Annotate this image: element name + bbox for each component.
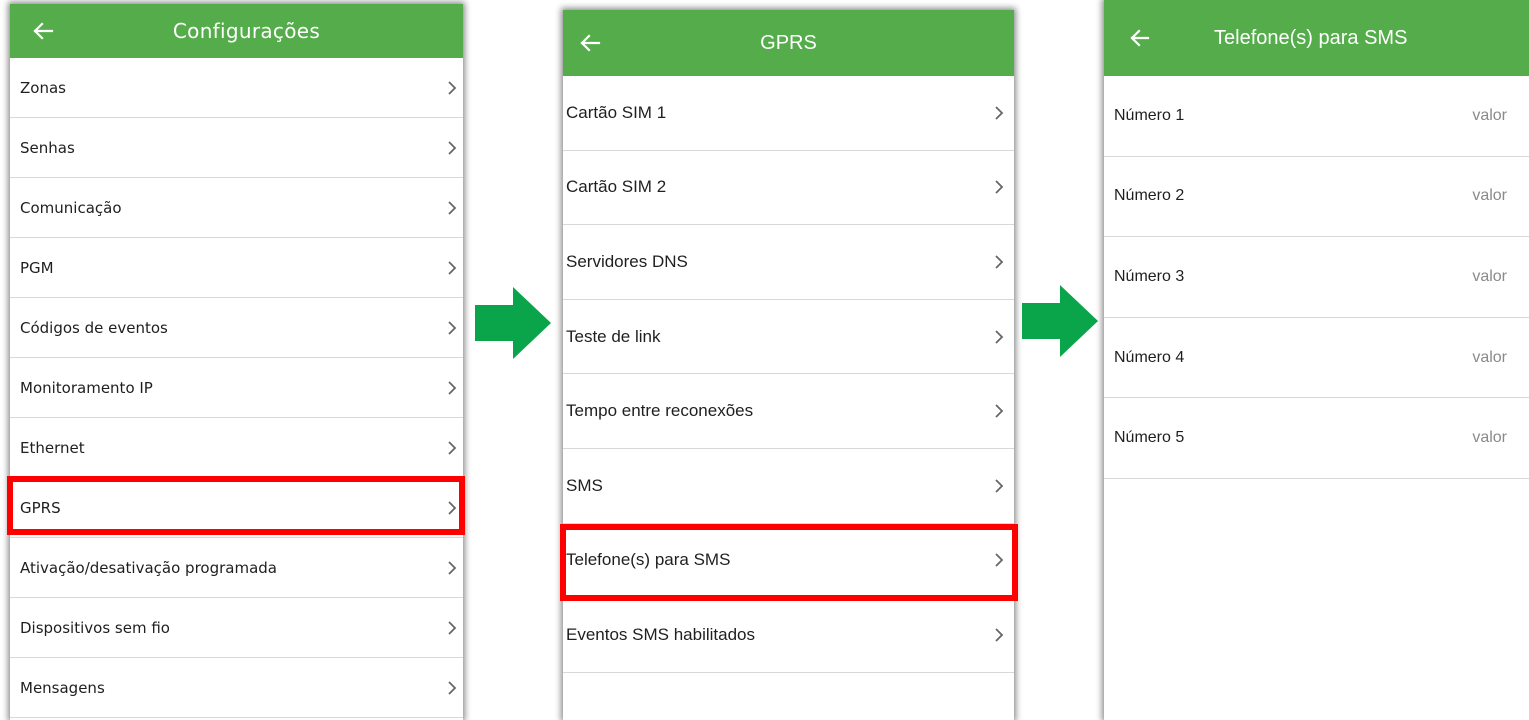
- page-title: GPRS: [760, 31, 817, 54]
- chevron-right-icon: [447, 418, 457, 477]
- gprs-item-eventos-sms-habilitados[interactable]: Eventos SMS habilitados: [563, 598, 1014, 673]
- item-value[interactable]: valor: [1472, 237, 1507, 317]
- gprs-list: Cartão SIM 1 Cartão SIM 2 Servidores DNS…: [563, 76, 1014, 673]
- item-label: Número 5: [1114, 429, 1185, 447]
- chevron-right-icon: [994, 225, 1004, 299]
- item-label: Senhas: [20, 138, 75, 157]
- gprs-item-telefones-para-sms[interactable]: Telefone(s) para SMS: [563, 524, 1014, 599]
- item-value[interactable]: valor: [1472, 318, 1507, 398]
- settings-item-monitoramento-ip[interactable]: Monitoramento IP: [10, 358, 463, 418]
- item-label: Cartão SIM 1: [566, 102, 667, 122]
- settings-item-gprs[interactable]: GPRS: [10, 478, 463, 538]
- settings-item-pgm[interactable]: PGM: [10, 238, 463, 298]
- settings-item-ethernet[interactable]: Ethernet: [10, 418, 463, 478]
- item-label: Teste de link: [566, 326, 661, 346]
- gprs-screen: GPRS Cartão SIM 1 Cartão SIM 2 Servidore…: [563, 10, 1014, 720]
- item-label: Códigos de eventos: [20, 318, 168, 337]
- page-title: Configurações: [172, 19, 321, 43]
- item-value[interactable]: valor: [1472, 157, 1507, 237]
- item-label: Dispositivos sem fio: [20, 618, 170, 637]
- phone-number-row-1[interactable]: Número 1 valor: [1104, 76, 1529, 157]
- chevron-right-icon: [447, 298, 457, 357]
- gprs-item-tempo-entre-reconexoes[interactable]: Tempo entre reconexões: [563, 374, 1014, 449]
- phone-numbers-list: Número 1 valor Número 2 valor Número 3 valo…: [1104, 76, 1529, 479]
- settings-item-codigos-de-eventos[interactable]: Códigos de eventos: [10, 298, 463, 358]
- item-label: Ethernet: [20, 438, 85, 457]
- item-label: Tempo entre reconexões: [566, 401, 754, 421]
- arrow-left-icon[interactable]: [1130, 0, 1150, 76]
- item-label: Monitoramento IP: [20, 378, 153, 397]
- item-label: Comunicação: [20, 198, 122, 217]
- app-bar: Telefone(s) para SMS: [1104, 0, 1529, 76]
- chevron-right-icon: [994, 449, 1004, 523]
- configuracoes-screen: Configurações Zonas Senhas Comunicação P…: [10, 4, 463, 720]
- item-value[interactable]: valor: [1472, 76, 1507, 156]
- item-label: Servidores DNS: [566, 251, 688, 271]
- flow-arrow-right-icon: [1022, 285, 1098, 357]
- settings-item-ativacao-desativacao-programada[interactable]: Ativação/desativação programada: [10, 538, 463, 598]
- item-label: Eventos SMS habilitados: [566, 624, 755, 644]
- gprs-item-cartao-sim-2[interactable]: Cartão SIM 2: [563, 151, 1014, 226]
- flow-arrow-right-icon: [475, 287, 551, 359]
- chevron-right-icon: [447, 598, 457, 657]
- item-label: Ativação/desativação programada: [20, 558, 277, 577]
- gprs-item-servidores-dns[interactable]: Servidores DNS: [563, 225, 1014, 300]
- item-label: Número 1: [1114, 106, 1185, 124]
- chevron-right-icon: [994, 300, 1004, 374]
- item-label: Número 3: [1114, 267, 1185, 285]
- chevron-right-icon: [447, 58, 457, 117]
- telefones-para-sms-screen: Telefone(s) para SMS Número 1 valor Númer…: [1104, 0, 1529, 720]
- settings-list: Zonas Senhas Comunicação PGM Códigos de …: [10, 58, 463, 718]
- chevron-right-icon: [447, 478, 457, 537]
- item-label: Zonas: [20, 78, 66, 97]
- item-label: Telefone(s) para SMS: [566, 550, 731, 570]
- settings-item-mensagens[interactable]: Mensagens: [10, 658, 463, 718]
- gprs-item-sms[interactable]: SMS: [563, 449, 1014, 524]
- settings-item-senhas[interactable]: Senhas: [10, 118, 463, 178]
- page-title: Telefone(s) para SMS: [1214, 26, 1408, 49]
- app-bar: Configurações: [10, 4, 463, 58]
- chevron-right-icon: [447, 118, 457, 177]
- settings-item-zonas[interactable]: Zonas: [10, 58, 463, 118]
- item-label: Número 2: [1114, 187, 1185, 205]
- item-label: Cartão SIM 2: [566, 177, 667, 197]
- chevron-right-icon: [994, 76, 1004, 150]
- phone-number-row-2[interactable]: Número 2 valor: [1104, 157, 1529, 238]
- gprs-item-cartao-sim-1[interactable]: Cartão SIM 1: [563, 76, 1014, 151]
- item-label: PGM: [20, 258, 54, 277]
- item-label: SMS: [566, 475, 603, 495]
- phone-number-row-5[interactable]: Número 5 valor: [1104, 398, 1529, 479]
- settings-item-dispositivos-sem-fio[interactable]: Dispositivos sem fio: [10, 598, 463, 658]
- chevron-right-icon: [447, 538, 457, 597]
- app-bar: GPRS: [563, 10, 1014, 76]
- chevron-right-icon: [447, 178, 457, 237]
- chevron-right-icon: [994, 151, 1004, 225]
- chevron-right-icon: [447, 238, 457, 297]
- phone-number-row-3[interactable]: Número 3 valor: [1104, 237, 1529, 318]
- settings-item-comunicacao[interactable]: Comunicação: [10, 178, 463, 238]
- item-value[interactable]: valor: [1472, 398, 1507, 478]
- item-label: GPRS: [20, 498, 61, 517]
- chevron-right-icon: [994, 598, 1004, 672]
- chevron-right-icon: [994, 374, 1004, 448]
- chevron-right-icon: [447, 358, 457, 417]
- chevron-right-icon: [994, 524, 1004, 598]
- chevron-right-icon: [447, 658, 457, 717]
- phone-number-row-4[interactable]: Número 4 valor: [1104, 318, 1529, 399]
- item-label: Mensagens: [20, 678, 105, 697]
- gprs-item-teste-de-link[interactable]: Teste de link: [563, 300, 1014, 375]
- item-label: Número 4: [1114, 348, 1185, 366]
